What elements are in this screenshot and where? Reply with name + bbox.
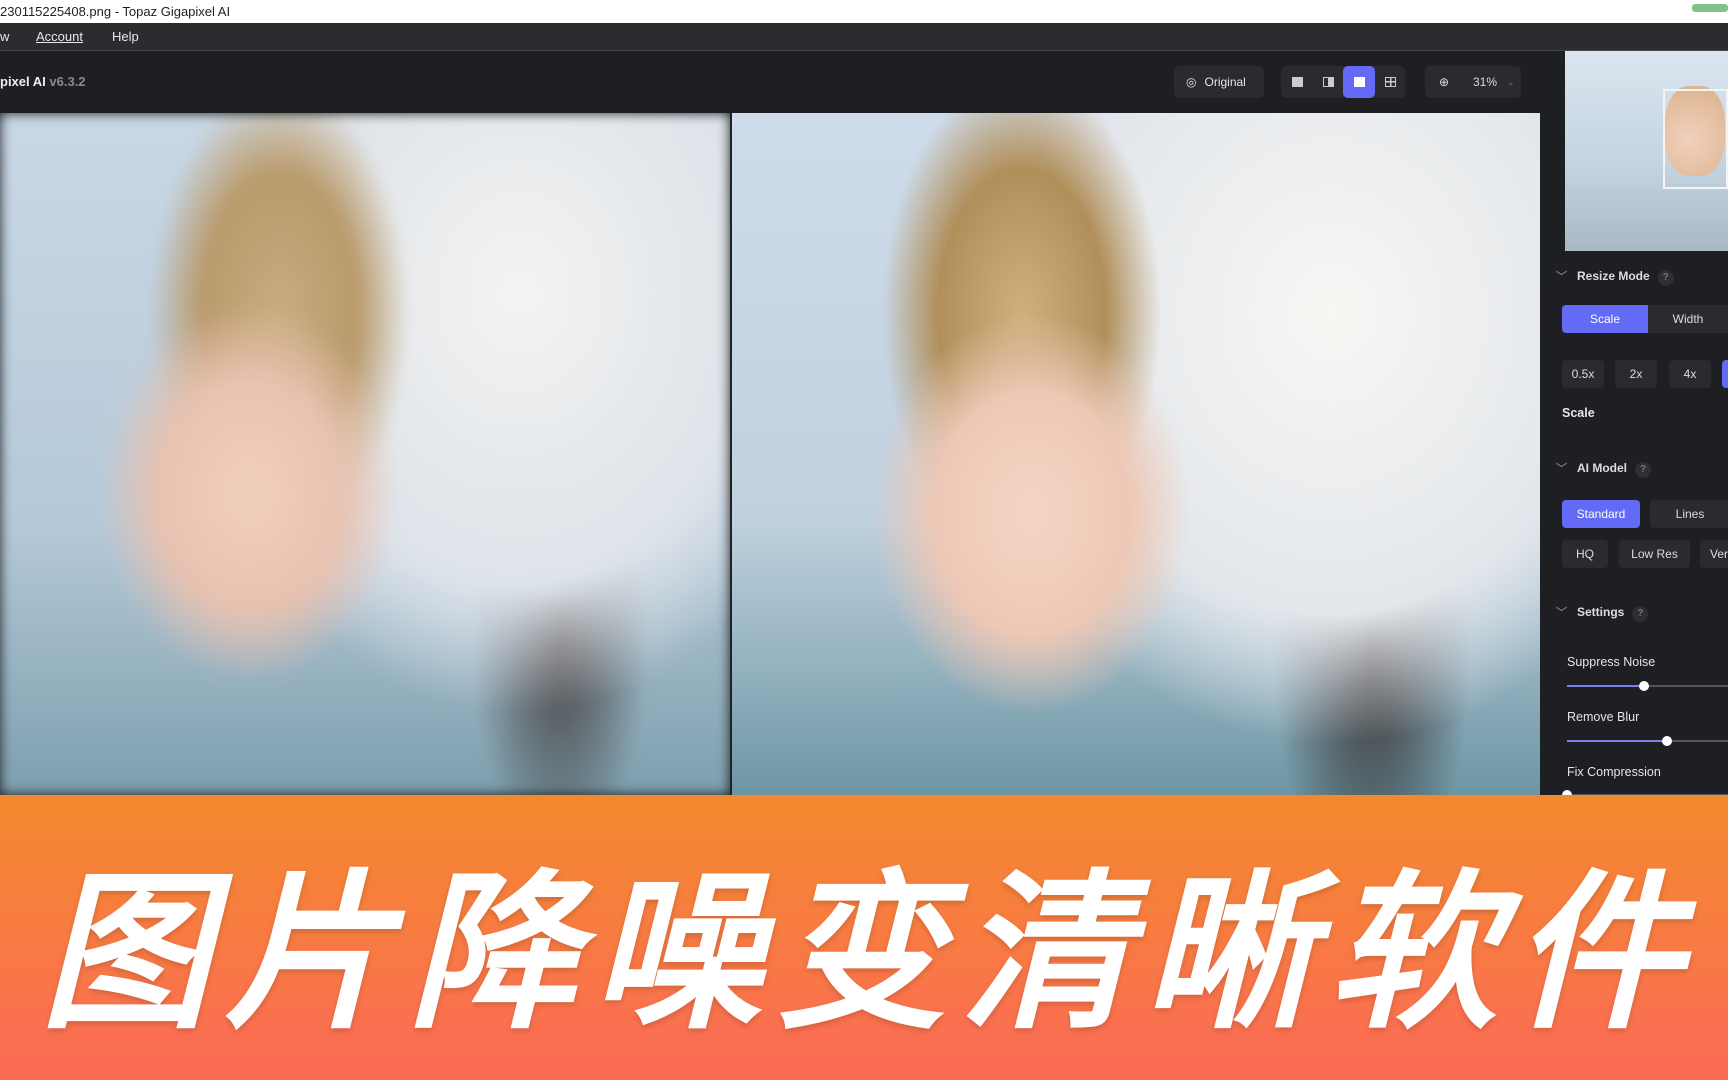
view-single-button[interactable] bbox=[1281, 66, 1313, 98]
slider-fill bbox=[1567, 685, 1645, 687]
slider-handle[interactable] bbox=[1661, 736, 1672, 746]
app-name: pixel AI v6.3.2 bbox=[0, 74, 86, 89]
resize-mode-title: Resize Mode bbox=[1577, 269, 1650, 283]
scale-4x-button[interactable]: 4x bbox=[1669, 360, 1711, 388]
original-toggle-button[interactable]: ◎ Original bbox=[1174, 66, 1264, 98]
split-view-icon bbox=[1323, 77, 1334, 87]
fix-compression-label: Fix Compression bbox=[1567, 765, 1661, 779]
suppress-noise-slider[interactable] bbox=[1567, 681, 1728, 691]
enhanced-image bbox=[732, 113, 1540, 795]
model-low-res[interactable]: Low Res bbox=[1619, 540, 1690, 568]
ai-model-title: AI Model bbox=[1577, 461, 1627, 475]
app-name-text: pixel AI bbox=[0, 74, 46, 89]
remove-blur-label: Remove Blur bbox=[1567, 710, 1640, 724]
title-bar: 230115225408.png - Topaz Gigapixel AI bbox=[0, 0, 1728, 23]
original-label: Original bbox=[1204, 75, 1246, 89]
help-icon[interactable]: ? bbox=[1657, 270, 1674, 286]
battery-icon bbox=[1692, 4, 1728, 12]
side-by-side-icon bbox=[1354, 77, 1365, 87]
zoom-level: 31% bbox=[1473, 75, 1498, 89]
original-image bbox=[0, 113, 730, 795]
remove-blur-slider[interactable] bbox=[1567, 736, 1728, 746]
model-very-compressed[interactable]: Ver bbox=[1700, 540, 1728, 568]
view-grid-button[interactable] bbox=[1374, 66, 1406, 98]
ai-model-header[interactable]: ﹀ AI Model? bbox=[1556, 460, 1651, 478]
chevron-down-icon: ﹀ bbox=[1556, 463, 1567, 475]
help-icon[interactable]: ? bbox=[1632, 606, 1649, 622]
model-standard[interactable]: Standard bbox=[1562, 500, 1640, 528]
banner-text: 图片降噪变清晰软件 bbox=[40, 859, 1697, 1049]
single-view-icon bbox=[1292, 77, 1303, 87]
menu-account[interactable]: Account bbox=[36, 23, 83, 51]
menu-help[interactable]: Help bbox=[112, 23, 139, 51]
view-mode-group bbox=[1281, 66, 1405, 98]
chevron-down-icon: ﹀ bbox=[1556, 607, 1567, 619]
zoom-in-icon[interactable]: ⊕ bbox=[1439, 66, 1449, 98]
menu-view[interactable]: w bbox=[0, 23, 9, 51]
scale-2x-button[interactable]: 2x bbox=[1615, 360, 1657, 388]
slider-fill bbox=[1567, 740, 1667, 742]
tab-scale[interactable]: Scale bbox=[1562, 305, 1648, 333]
tab-width[interactable]: Width bbox=[1648, 305, 1728, 333]
eye-off-icon: ◎ bbox=[1186, 75, 1197, 89]
resize-mode-header[interactable]: ﹀ Resize Mode? bbox=[1556, 268, 1674, 286]
toolbar: pixel AI v6.3.2 ◎ Original ⊕ 31% ⌄ bbox=[0, 51, 1540, 113]
viewport-frame[interactable] bbox=[1663, 89, 1728, 189]
scale-custom-button[interactable] bbox=[1722, 360, 1728, 388]
compare-divider[interactable] bbox=[730, 113, 732, 795]
zoom-control[interactable]: ⊕ 31% ⌄ bbox=[1425, 66, 1521, 98]
model-lines[interactable]: Lines bbox=[1650, 500, 1728, 528]
help-icon[interactable]: ? bbox=[1635, 462, 1651, 478]
scale-label: Scale bbox=[1562, 406, 1595, 420]
view-split-button[interactable] bbox=[1312, 66, 1344, 98]
suppress-noise-label: Suppress Noise bbox=[1567, 655, 1656, 669]
scale-0-5x-button[interactable]: 0.5x bbox=[1562, 360, 1604, 388]
model-hq[interactable]: HQ bbox=[1562, 540, 1608, 568]
app-version: v6.3.2 bbox=[49, 74, 86, 89]
settings-title: Settings bbox=[1577, 605, 1625, 619]
menu-bar: w Account Help bbox=[0, 23, 1728, 51]
chevron-down-icon[interactable]: ⌄ bbox=[1507, 66, 1515, 98]
slider-handle[interactable] bbox=[1639, 681, 1650, 691]
window-title: 230115225408.png - Topaz Gigapixel AI bbox=[0, 4, 231, 19]
chevron-down-icon: ﹀ bbox=[1556, 271, 1567, 283]
grid-view-icon bbox=[1385, 77, 1396, 87]
view-side-by-side-button[interactable] bbox=[1343, 66, 1375, 98]
promo-banner: 图片降噪变清晰软件 bbox=[0, 795, 1728, 1080]
sidebar: ﹀ Resize Mode? Scale Width 0.5x 2x 4x Sca… bbox=[1540, 51, 1728, 800]
navigator-thumbnail[interactable] bbox=[1565, 51, 1728, 251]
image-viewer[interactable] bbox=[0, 113, 1540, 795]
settings-header[interactable]: ﹀ Settings? bbox=[1556, 604, 1649, 622]
